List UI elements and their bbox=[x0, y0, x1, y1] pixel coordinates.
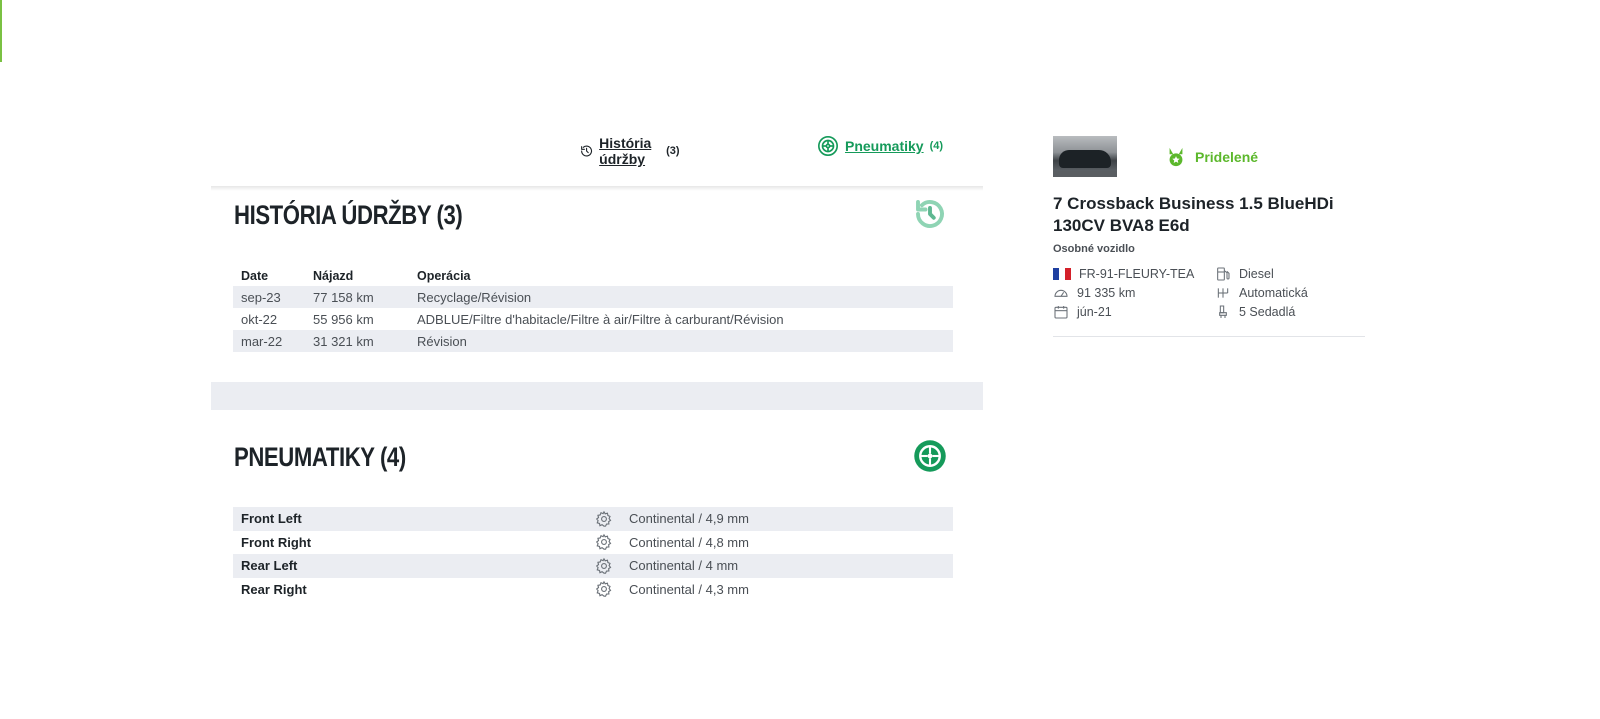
seat-icon bbox=[1219, 305, 1227, 318]
section-divider bbox=[211, 382, 983, 410]
row-mileage: 31 321 km bbox=[313, 333, 374, 349]
tire-icon bbox=[914, 440, 946, 472]
spec-transmission: Automatická bbox=[1215, 284, 1308, 302]
table-row: Front Right Continental / 4,8 mm bbox=[233, 531, 953, 555]
gearbox-icon bbox=[1217, 288, 1229, 298]
card-divider bbox=[1053, 336, 1365, 337]
tire-position: Front Left bbox=[241, 511, 302, 527]
maintenance-table: Date Nájazd Operácia sep-23 77 158 km Re… bbox=[233, 266, 953, 352]
tire-position: Rear Left bbox=[241, 558, 298, 574]
table-row: mar-22 31 321 km Révision bbox=[233, 330, 953, 352]
france-flag-icon bbox=[1053, 268, 1071, 280]
spec-seats: 5 Sedadlá bbox=[1215, 303, 1295, 321]
tire-spec: Continental / 4 mm bbox=[629, 558, 739, 574]
maintenance-section-title: HISTÓRIA ÚDRŽBY (3) bbox=[234, 200, 463, 230]
vehicle-type: Osobné vozidlo bbox=[1053, 243, 1135, 255]
anchor-tires[interactable]: Pneumatiky (4) bbox=[817, 135, 943, 157]
row-date: sep-23 bbox=[241, 289, 281, 305]
medal-icon bbox=[1169, 147, 1183, 167]
gear-icon bbox=[595, 533, 612, 550]
table-row: Rear Right Continental / 4,3 mm bbox=[233, 578, 953, 602]
history-icon bbox=[916, 200, 944, 228]
anchor-maintenance-history[interactable]: História údržby (3) bbox=[580, 135, 680, 167]
spec-registered-value: jún-21 bbox=[1077, 305, 1112, 319]
vehicle-title: 7 Crossback Business 1.5 BlueHDi 130CV B… bbox=[1053, 194, 1334, 235]
tire-position: Front Right bbox=[241, 534, 312, 550]
row-mileage: 77 158 km bbox=[313, 289, 374, 305]
row-operation: Recyclage/Révision bbox=[417, 289, 532, 305]
calendar-icon bbox=[1054, 306, 1068, 319]
row-operation: ADBLUE/Filtre d'habitacle/Filtre à air/F… bbox=[417, 311, 784, 327]
spec-seats-value: 5 Sedadlá bbox=[1239, 305, 1296, 319]
anchor-tires-label: Pneumatiky bbox=[845, 138, 924, 154]
tire-spec: Continental / 4,9 mm bbox=[629, 511, 749, 527]
spec-transmission-value: Automatická bbox=[1239, 286, 1308, 300]
tires-section-title: PNEUMATIKY (4) bbox=[234, 442, 406, 472]
spec-mileage-value: 91 335 km bbox=[1077, 286, 1136, 300]
left-accent-bar bbox=[0, 0, 2, 62]
anchor-maintenance-label: História údržby bbox=[599, 135, 652, 167]
spec-plate-value: FR-91-FLEURY-TEA bbox=[1079, 267, 1195, 281]
table-row: okt-22 55 956 km ADBLUE/Filtre d'habitac… bbox=[233, 308, 953, 330]
row-date: okt-22 bbox=[241, 311, 278, 327]
spec-plate: FR-91-FLEURY-TEA bbox=[1053, 265, 1194, 283]
anchor-tires-count: (4) bbox=[929, 140, 944, 152]
spec-fuel: Diesel bbox=[1215, 265, 1274, 283]
table-row: Front Left Continental / 4,9 mm bbox=[233, 507, 953, 531]
tires-table: Front Left Continental / 4,9 mm Front Ri… bbox=[233, 507, 953, 601]
column-header-date: Date bbox=[241, 269, 269, 283]
speedometer-icon bbox=[1054, 289, 1068, 297]
gear-icon bbox=[595, 510, 612, 527]
gear-icon bbox=[595, 557, 612, 574]
column-header-mileage: Nájazd bbox=[313, 269, 354, 283]
assigned-status-label: Pridelené bbox=[1195, 149, 1259, 165]
section-top-shadow bbox=[211, 186, 983, 191]
spec-registered: jún-21 bbox=[1053, 303, 1112, 321]
tire-spec: Continental / 4,8 mm bbox=[629, 534, 749, 550]
table-row: Rear Left Continental / 4 mm bbox=[233, 554, 953, 578]
spec-mileage: 91 335 km bbox=[1053, 284, 1135, 302]
gear-icon bbox=[595, 580, 612, 597]
tire-icon bbox=[818, 136, 838, 156]
row-operation: Révision bbox=[417, 333, 467, 349]
history-icon bbox=[581, 145, 593, 157]
table-row: sep-23 77 158 km Recyclage/Révision bbox=[233, 286, 953, 308]
vehicle-thumbnail[interactable] bbox=[1053, 136, 1117, 177]
spec-fuel-value: Diesel bbox=[1239, 267, 1274, 281]
fuel-pump-icon bbox=[1217, 267, 1230, 281]
column-header-operation: Operácia bbox=[417, 269, 471, 283]
row-date: mar-22 bbox=[241, 333, 283, 349]
maintenance-table-header: Date Nájazd Operácia bbox=[233, 266, 953, 286]
tire-position: Rear Right bbox=[241, 581, 307, 597]
row-mileage: 55 956 km bbox=[313, 311, 374, 327]
assigned-status: Pridelené bbox=[1165, 146, 1258, 168]
tire-spec: Continental / 4,3 mm bbox=[629, 581, 749, 597]
anchor-maintenance-count: (3) bbox=[666, 145, 680, 157]
